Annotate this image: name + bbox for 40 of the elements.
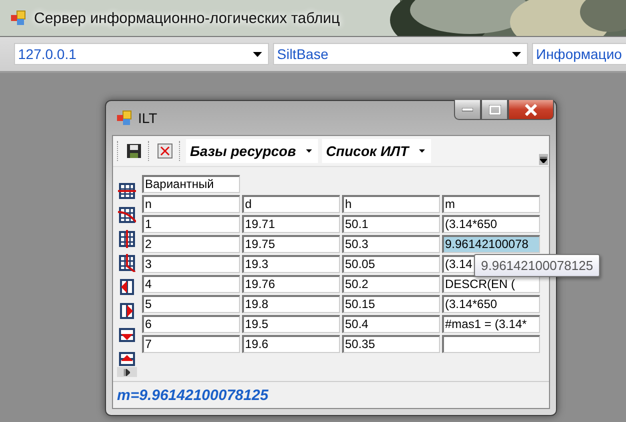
table-cell[interactable]: 50.35 [342, 335, 440, 353]
table-caption: Вариантный [142, 175, 240, 193]
table-cell[interactable]: 19.3 [242, 255, 340, 273]
tooltip: 9.96142100078125 [474, 254, 600, 277]
table-cell[interactable]: 19.75 [242, 235, 340, 253]
column-header: d [242, 195, 340, 213]
column-header: n [142, 195, 240, 213]
table-cell[interactable]: #mas1 = (3.14* [442, 315, 540, 333]
table-cell[interactable]: 50.3 [342, 235, 440, 253]
table-cell[interactable]: 3 [142, 255, 240, 273]
window-title: Сервер информационно-логических таблиц [34, 10, 340, 26]
window-title: ILT [138, 110, 158, 126]
column-header: h [342, 195, 440, 213]
table-cell[interactable]: 5 [142, 295, 240, 313]
dropdown[interactable]: Базы ресурсов [186, 139, 318, 163]
table-cell[interactable]: 1 [142, 215, 240, 233]
table-cell[interactable]: 2 [142, 235, 240, 253]
dropdown[interactable]: Информацио [532, 43, 626, 65]
table-cell[interactable]: 4 [142, 275, 240, 293]
table-cell[interactable]: (3.14*650 [442, 215, 540, 233]
column-header: m [442, 195, 540, 213]
table-cell[interactable]: 50.1 [342, 215, 440, 233]
table-cell[interactable]: 19.76 [242, 275, 340, 293]
dropdown[interactable]: SiltBase [273, 43, 528, 65]
table-cell[interactable]: 9.96142100078 [442, 235, 540, 253]
table-cell[interactable]: 50.15 [342, 295, 440, 313]
table-cell[interactable]: 19.6 [242, 335, 340, 353]
table-cell[interactable]: 19.71 [242, 215, 340, 233]
table-cell[interactable]: DESCR(EN ( [442, 275, 540, 293]
table-cell[interactable]: 50.05 [342, 255, 440, 273]
dropdown[interactable]: 127.0.0.1 [14, 43, 269, 65]
table-cell[interactable]: 19.8 [242, 295, 340, 313]
table-cell[interactable]: 50.2 [342, 275, 440, 293]
table-cell[interactable]: (3.14*650 [442, 295, 540, 313]
table-cell[interactable]: 50.4 [342, 315, 440, 333]
table-cell[interactable]: 7 [142, 335, 240, 353]
status-text: m=9.96142100078125 [113, 381, 549, 408]
table-cell[interactable]: 6 [142, 315, 240, 333]
dropdown[interactable]: Список ИЛТ [322, 139, 431, 163]
table-cell[interactable]: 19.5 [242, 315, 340, 333]
